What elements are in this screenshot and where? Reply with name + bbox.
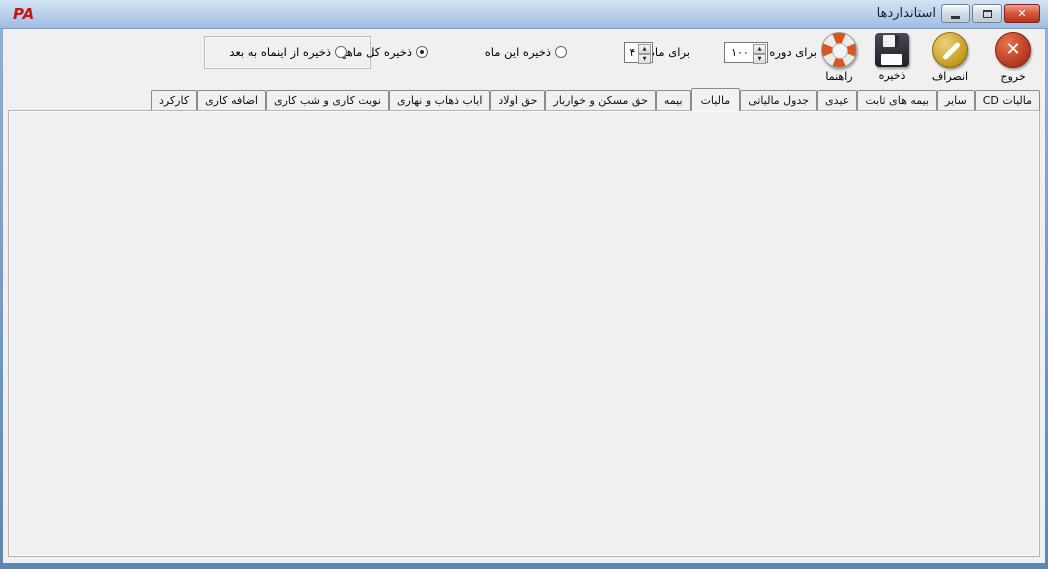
radio-option-label: ذخیره از اینماه به بعد <box>229 45 331 59</box>
spinner-arrows-icon[interactable]: ▲▼ <box>638 44 651 61</box>
help-button[interactable]: راهنما <box>810 32 868 83</box>
app-logo: PA <box>13 5 34 23</box>
month-spinner[interactable]: ۴ ▲▼ <box>624 42 653 63</box>
cancel-button-label: انصراف <box>921 70 979 83</box>
radio-option-2[interactable] <box>335 46 347 58</box>
period-spinner[interactable]: ۱۰۰ ▲▼ <box>724 42 768 63</box>
spinner-arrows-icon[interactable]: ▲▼ <box>753 44 766 61</box>
radio-option-label: ذخیره این ماه <box>485 45 551 59</box>
cancel-button[interactable]: انصراف <box>921 32 979 83</box>
tax-tab-panel <box>8 110 1040 557</box>
exit-button[interactable]: خروج <box>984 32 1042 83</box>
close-button[interactable]: ✕ <box>1004 4 1040 23</box>
tab-item[interactable]: بیمه های ثابت <box>857 90 937 110</box>
tab-item[interactable]: عیدی <box>817 90 857 110</box>
tab-active[interactable]: مالیات <box>691 88 741 111</box>
tab-item[interactable]: کارکرد <box>151 90 197 110</box>
tab-item[interactable]: حق اولاد <box>490 90 545 110</box>
title-bar: PA استانداردها ✕ <box>0 0 1048 29</box>
tab-item[interactable]: اضافه کاری <box>197 90 266 110</box>
standards-window: PA استانداردها ✕ خروج انصرافذخیرهراهنما ب… <box>0 0 1048 569</box>
tab-item[interactable]: مالیات CD <box>975 90 1040 110</box>
tab-item[interactable]: سایر <box>937 90 975 110</box>
tab-item[interactable]: حق مسکن و خواربار <box>545 90 656 110</box>
exit-icon <box>995 32 1031 68</box>
maximize-icon <box>983 10 992 18</box>
tab-item[interactable]: نوبت کاری و شب کاری <box>266 90 389 110</box>
period-value: ۱۰۰ <box>728 46 752 59</box>
help-button-label: راهنما <box>810 70 868 83</box>
minimize-button[interactable] <box>941 4 970 23</box>
exit-button-label: خروج <box>984 70 1042 83</box>
tab-strip: مالیات CDسایربیمه های ثابتعیدیجدول مالیا… <box>8 88 1040 110</box>
save-button[interactable]: ذخیره <box>863 32 921 82</box>
minimize-icon <box>951 16 960 19</box>
tab-item[interactable]: بیمه <box>656 90 691 110</box>
cancel-icon <box>932 32 968 68</box>
lifebuoy-icon <box>821 32 857 68</box>
period-label: برای دوره: <box>765 45 817 59</box>
window-title: استانداردها <box>877 6 936 21</box>
tab-item[interactable]: جدول مالیاتی <box>740 90 817 110</box>
radio-option-label: ذخیره کل ماهها <box>338 45 412 59</box>
month-value: ۴ <box>628 46 637 59</box>
save-button-label: ذخیره <box>863 69 921 82</box>
radio-option-1[interactable] <box>416 46 428 58</box>
radio-option-0[interactable] <box>555 46 567 58</box>
tab-item[interactable]: ایاب ذهاب و نهاری <box>389 90 490 110</box>
floppy-disk-icon <box>875 33 909 67</box>
maximize-button[interactable] <box>972 4 1002 23</box>
